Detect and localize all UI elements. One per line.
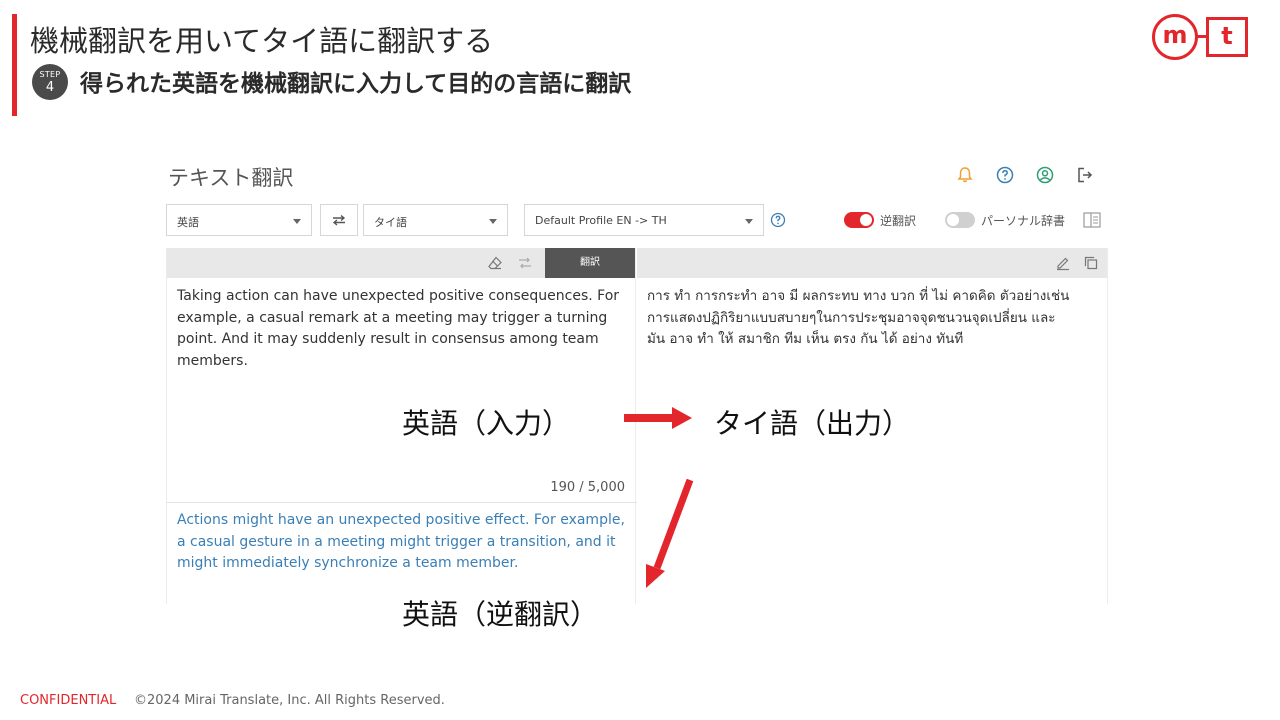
step-word: STEP [39,70,61,79]
step-badge: STEP 4 [32,64,68,100]
account-icon[interactable] [1034,164,1056,186]
help-circle-icon[interactable] [994,164,1016,186]
app-title: テキスト翻訳 [168,166,294,190]
toggle-knob [947,214,959,226]
logout-icon[interactable] [1074,164,1096,186]
target-pane-header [637,248,1107,278]
mirai-translate-logo: m t [1152,14,1250,60]
accent-bar [12,14,17,116]
source-language-select[interactable]: 英語 [166,204,312,236]
logo-t: t [1206,17,1248,57]
toolbar: 英語 タイ語 Default Profile EN -> TH 逆翻訳 パーソナ… [166,204,1108,236]
compare-icon[interactable] [517,255,533,275]
source-pane-header: 翻訳 [167,248,635,278]
back-translation-divider [167,502,637,503]
target-language-select[interactable]: タイ語 [363,204,508,236]
source-language-value: 英語 [177,216,199,229]
copy-icon[interactable] [1083,255,1099,275]
chevron-down-icon [745,219,753,224]
profile-value: Default Profile EN -> TH [535,214,667,227]
translation-panes: 翻訳 Taking action can have unexpected pos… [166,248,1108,604]
source-text-input[interactable]: Taking action can have unexpected positi… [167,278,631,372]
profile-help-icon[interactable] [770,212,786,232]
target-language-value: タイ語 [374,216,407,229]
logo-m: m [1152,14,1198,60]
copyright-text: ©2024 Mirai Translate, Inc. All Rights R… [134,693,445,708]
sidebar-toggle-icon[interactable] [1083,212,1101,232]
back-translation-text: Actions might have an unexpected positiv… [177,512,625,571]
step-number: 4 [45,80,55,95]
back-translation-label: 逆翻訳 [880,214,917,228]
character-count: 190 / 5,000 [550,480,625,495]
translation-app: テキスト翻訳 英語 タイ語 Default Profile EN -> TH 逆… [166,152,1108,604]
back-translation-toggle[interactable] [844,212,874,228]
confidential-label: CONFIDENTIAL [20,693,117,708]
input-annotation: 英語（入力） [402,407,571,440]
personal-dictionary-label: パーソナル辞書 [981,214,1066,228]
eraser-icon[interactable] [487,255,503,275]
back-translation-annotation: 英語（逆翻訳） [402,598,599,631]
chevron-down-icon [293,219,301,224]
toggle-knob [860,214,872,226]
edit-icon[interactable] [1055,255,1071,275]
profile-select[interactable]: Default Profile EN -> TH [524,204,764,236]
header-icons [954,164,1096,186]
translate-button[interactable]: 翻訳 [545,248,635,278]
bell-icon[interactable] [954,164,976,186]
output-annotation: タイ語（出力） [714,407,911,440]
swap-icon [332,214,346,226]
chevron-down-icon [489,219,497,224]
target-text-output: การ ทำ การกระทำ อาจ มี ผลกระทบ ทาง บวก ท… [647,288,1070,347]
slide-subtitle: 得られた英語を機械翻訳に入力して目的の言語に翻訳 [80,71,632,97]
swap-languages-button[interactable] [320,204,358,236]
slide-title: 機械翻訳を用いてタイ語に翻訳する [30,24,494,58]
personal-dictionary-toggle[interactable] [945,212,975,228]
